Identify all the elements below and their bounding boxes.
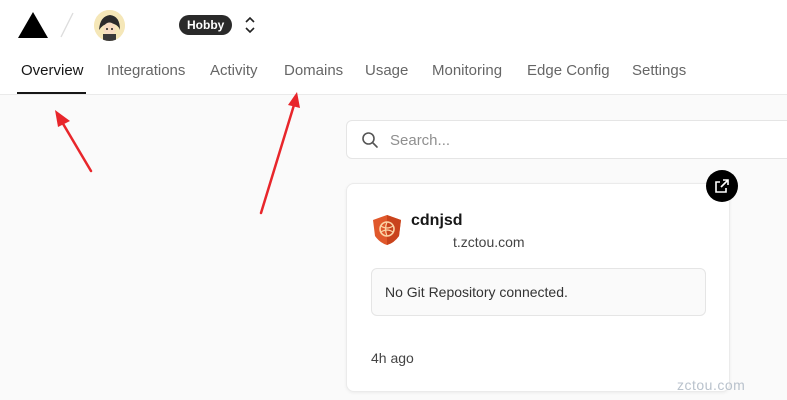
tab-overview[interactable]: Overview <box>21 52 84 95</box>
annotation-arrow-overview <box>55 110 93 173</box>
external-link-icon <box>715 179 729 193</box>
tab-monitoring[interactable]: Monitoring <box>432 52 502 95</box>
top-bar: Hobby Overview Integrations Activity Dom… <box>0 0 787 95</box>
search-icon <box>362 132 378 148</box>
tab-usage[interactable]: Usage <box>365 52 408 95</box>
chevron-up-down-icon[interactable] <box>242 14 258 36</box>
tab-settings[interactable]: Settings <box>632 52 686 95</box>
git-status-box: No Git Repository connected. <box>371 268 706 316</box>
project-card[interactable]: cdnjsd t.zctou.com No Git Repository con… <box>346 183 730 392</box>
search-bar[interactable] <box>346 120 787 159</box>
external-link-button[interactable] <box>706 170 738 202</box>
tab-domains[interactable]: Domains <box>284 52 343 95</box>
annotation-arrow-domains <box>259 92 300 215</box>
redaction-mask <box>411 235 453 247</box>
project-domain-link[interactable]: t.zctou.com <box>453 234 525 250</box>
user-avatar[interactable] <box>94 10 125 41</box>
vercel-triangle-icon[interactable] <box>18 12 48 38</box>
search-input[interactable] <box>390 129 770 151</box>
last-updated: 4h ago <box>371 350 414 366</box>
plan-badge: Hobby <box>179 15 233 35</box>
project-name[interactable]: cdnjsd <box>411 212 463 230</box>
active-tab-indicator <box>17 92 86 94</box>
tab-integrations[interactable]: Integrations <box>107 52 185 95</box>
slash-icon <box>60 12 74 38</box>
project-domain-row: t.zctou.com <box>411 234 525 250</box>
shield-project-icon <box>373 215 401 245</box>
watermark: zctou.com <box>677 377 746 393</box>
tab-edge-config[interactable]: Edge Config <box>527 52 610 95</box>
tab-activity[interactable]: Activity <box>210 52 258 95</box>
